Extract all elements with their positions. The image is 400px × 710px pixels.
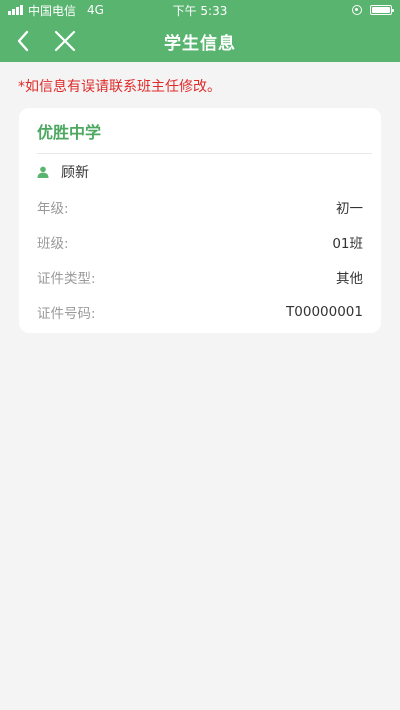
battery-fill xyxy=(372,7,390,13)
id-number-label: 证件号码: xyxy=(37,305,96,322)
status-bar: 中国电信 4G 下午 5:33 xyxy=(0,0,400,20)
status-right xyxy=(352,5,394,15)
id-number-value: T00000001 xyxy=(286,303,363,320)
student-name: 顾新 xyxy=(61,164,89,181)
error-notice: *如信息有误请联系班主任修改。 xyxy=(18,79,221,95)
info-row-class: 班级: 01班 xyxy=(37,224,363,259)
class-label: 班级: xyxy=(37,235,69,252)
grade-label: 年级: xyxy=(37,200,69,217)
id-type-value: 其他 xyxy=(336,270,363,287)
network-label: 4G xyxy=(87,3,104,17)
student-info-card: 优胜中学 顾新 年级: 初一 班级: 01班 证件类型: 其他 证件号码: T0… xyxy=(19,108,381,333)
battery-icon xyxy=(370,5,394,15)
back-button[interactable] xyxy=(2,20,44,62)
close-button[interactable] xyxy=(44,20,86,62)
info-row-grade: 年级: 初一 xyxy=(37,189,363,224)
id-type-label: 证件类型: xyxy=(37,270,96,287)
class-value: 01班 xyxy=(332,235,363,252)
carrier-label: 中国电信 xyxy=(28,3,77,18)
school-name: 优胜中学 xyxy=(37,108,372,154)
student-name-row: 顾新 xyxy=(37,154,363,189)
chevron-left-icon xyxy=(17,30,29,52)
info-row-id-type: 证件类型: 其他 xyxy=(37,259,363,294)
orientation-lock-icon xyxy=(352,5,362,15)
app-root: 中国电信 4G 下午 5:33 学生信息 *如信息有误请联系班主任修改。 优胜中… xyxy=(0,0,400,710)
close-icon xyxy=(54,30,76,52)
nav-bar: 学生信息 xyxy=(0,20,400,62)
info-row-id-number: 证件号码: T00000001 xyxy=(37,294,363,329)
signal-icon xyxy=(8,5,23,15)
user-icon xyxy=(37,166,49,178)
status-left: 中国电信 4G xyxy=(8,2,104,19)
grade-value: 初一 xyxy=(336,200,363,217)
